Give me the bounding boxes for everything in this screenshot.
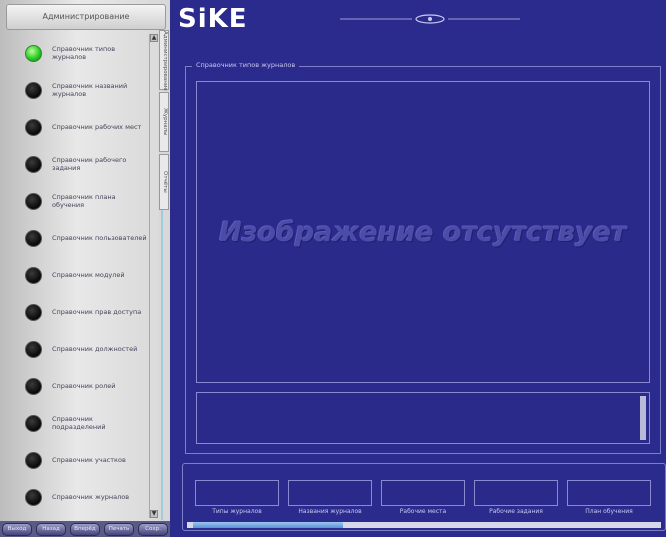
journal-types-input[interactable] <box>195 480 279 506</box>
exit-button[interactable]: Выход <box>2 522 32 536</box>
sidebar-item-label: Справочник должностей <box>52 345 138 353</box>
sidebar-item-departments[interactable]: Справочник подразделений <box>6 404 148 442</box>
field-journal-names: Названия журналов <box>288 480 372 515</box>
training-plan-input[interactable] <box>567 480 651 506</box>
save-button[interactable]: Сохр. <box>138 522 168 536</box>
image-placeholder: Изображение отсутствует <box>219 216 627 248</box>
status-led-icon <box>25 266 42 284</box>
status-led-icon <box>25 192 42 210</box>
field-label: Типы журналов <box>212 508 262 515</box>
sidebar-item-label: Справочник прав доступа <box>52 308 142 316</box>
sidebar-item-label: Справочник рабочего задания <box>52 156 127 172</box>
print-button[interactable]: Печать <box>104 522 134 536</box>
description-textarea[interactable] <box>196 392 650 444</box>
field-work-tasks: Рабочие задания <box>474 480 558 515</box>
work-tasks-input[interactable] <box>474 480 558 506</box>
status-led-icon <box>25 340 42 358</box>
scrollbar-thumb[interactable] <box>193 522 343 528</box>
sidebar-item-positions[interactable]: Справочник должностей <box>6 330 148 368</box>
field-label: Рабочие задания <box>489 508 543 515</box>
field-journal-types: Типы журналов <box>195 480 279 515</box>
forward-button[interactable]: Вперёд <box>70 522 100 536</box>
vtab-journals[interactable]: Журналы <box>159 92 169 152</box>
image-frame: Изображение отсутствует <box>196 81 650 383</box>
sidebar-item-journals[interactable]: Справочник журналов <box>6 478 148 516</box>
vertical-divider <box>161 210 163 520</box>
fields-panel: Типы журналов Названия журналов Рабочие … <box>182 463 666 531</box>
sidebar-title: Администрирование <box>6 4 166 30</box>
sidebar-item-label: Справочник типов журналов <box>52 45 116 61</box>
field-workplaces: Рабочие места <box>381 480 465 515</box>
sidebar-item-modules[interactable]: Справочник модулей <box>6 256 148 294</box>
horizontal-scrollbar[interactable] <box>187 522 661 528</box>
status-led-icon <box>25 155 42 173</box>
sidebar-item-label: Справочник плана обучения <box>52 193 116 209</box>
description-scrollbar[interactable] <box>640 396 646 440</box>
field-label: Названия журналов <box>298 508 362 515</box>
sidebar-list: Справочник типов журналов Справочник наз… <box>6 34 148 518</box>
sidebar-item-label: Справочник рабочих мест <box>52 123 142 131</box>
main-area: SiKE Справочник типов журналов Изображен… <box>170 0 666 537</box>
field-label: План обучения <box>585 508 633 515</box>
back-button[interactable]: Назад <box>36 522 66 536</box>
sidebar-item-journal-names[interactable]: Справочник названий журналов <box>6 71 148 109</box>
scroll-down-icon[interactable]: ▼ <box>150 510 158 518</box>
status-led-icon <box>25 377 42 395</box>
sidebar-item-label: Справочник ролей <box>52 382 116 390</box>
sidebar-item-training-plan[interactable]: Справочник плана обучения <box>6 182 148 220</box>
status-led-icon <box>25 414 42 432</box>
sidebar-item-roles[interactable]: Справочник ролей <box>6 367 148 405</box>
status-led-icon <box>25 303 42 321</box>
sidebar-item-label: Справочник участков <box>52 456 126 464</box>
sidebar-item-access-rights[interactable]: Справочник прав доступа <box>6 293 148 331</box>
status-led-icon <box>25 81 42 99</box>
app-logo: SiKE <box>178 4 248 34</box>
vertical-tabs: Администрирование Журналы Отчёты <box>159 30 169 210</box>
journal-names-input[interactable] <box>288 480 372 506</box>
sidebar: Администрирование Справочник типов журна… <box>0 0 171 537</box>
sidebar-item-label: Справочник пользователей <box>52 234 147 242</box>
status-led-icon <box>25 451 42 469</box>
sidebar-item-journal-types[interactable]: Справочник типов журналов <box>6 34 148 72</box>
ornament-icon <box>340 14 520 24</box>
status-led-icon <box>25 229 42 247</box>
sidebar-item-label: Справочник подразделений <box>52 415 106 431</box>
vtab-reports[interactable]: Отчёты <box>159 154 169 210</box>
vtab-admin[interactable]: Администрирование <box>159 30 169 91</box>
sidebar-item-label: Справочник модулей <box>52 271 125 279</box>
status-led-icon <box>25 118 42 136</box>
status-led-icon <box>25 488 42 506</box>
sidebar-item-label: Справочник названий журналов <box>52 82 128 98</box>
sidebar-item-work-task[interactable]: Справочник рабочего задания <box>6 145 148 183</box>
status-led-icon <box>25 44 42 62</box>
field-training-plan: План обучения <box>567 480 651 515</box>
journal-types-group: Справочник типов журналов Изображение от… <box>185 61 661 454</box>
sidebar-item-sections[interactable]: Справочник участков <box>6 441 148 479</box>
sidebar-toolbar: Выход Назад Вперёд Печать Сохр. <box>0 521 170 537</box>
group-title: Справочник типов журналов <box>192 61 300 69</box>
field-label: Рабочие места <box>399 508 447 515</box>
sidebar-item-users[interactable]: Справочник пользователей <box>6 219 148 257</box>
workplaces-input[interactable] <box>381 480 465 506</box>
sidebar-item-workplaces[interactable]: Справочник рабочих мест <box>6 108 148 146</box>
scroll-up-icon[interactable]: ▲ <box>150 34 158 42</box>
sidebar-item-label: Справочник журналов <box>52 493 130 501</box>
sidebar-scrollbar[interactable]: ▲ ▼ <box>149 34 158 518</box>
